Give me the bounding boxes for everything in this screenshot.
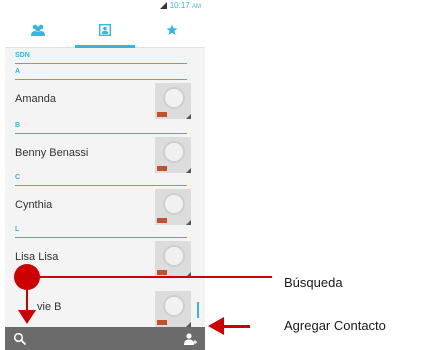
contact-name: vie B — [37, 301, 62, 313]
section-header: L — [15, 224, 187, 238]
section-header: B — [15, 120, 187, 134]
search-icon[interactable] — [13, 332, 27, 346]
signal-icon — [160, 2, 167, 9]
annotation-arrow-left-shaft — [222, 325, 250, 328]
tab-bar — [5, 12, 205, 48]
section-header: A — [15, 66, 187, 80]
list-item[interactable]: Cynthia — [15, 186, 195, 228]
annotation-pointer-line — [36, 276, 272, 278]
contact-name: Cynthia — [15, 199, 53, 211]
scroll-indicator[interactable] — [197, 302, 199, 318]
status-time: 10:17 AM — [169, 1, 201, 10]
star-icon — [166, 24, 178, 35]
annotation-arrow-down — [18, 310, 36, 324]
tab-favorites[interactable] — [139, 12, 205, 48]
status-bar: 10:17 AM — [5, 0, 205, 12]
list-item[interactable]: vie B — [15, 288, 195, 330]
bottom-action-bar — [5, 327, 205, 350]
avatar[interactable] — [155, 291, 191, 327]
phone-screen: 10:17 AM SDN A Amanda B Benny Benassi C … — [5, 0, 205, 350]
avatar[interactable] — [155, 137, 191, 173]
contact-name: Amanda — [15, 93, 56, 105]
list-item[interactable]: Benny Benassi — [15, 134, 195, 176]
group-icon — [31, 24, 45, 36]
tab-contacts[interactable] — [71, 12, 139, 48]
avatar[interactable] — [155, 241, 191, 277]
add-contact-icon[interactable] — [183, 332, 197, 346]
annotation-arrow-shaft — [26, 286, 28, 312]
list-item[interactable]: Amanda — [15, 80, 195, 122]
section-header: SDN — [15, 50, 187, 64]
callout-search-label: Búsqueda — [284, 275, 343, 290]
contact-name: Lisa Lisa — [15, 251, 59, 263]
tab-groups[interactable] — [5, 12, 71, 48]
section-header: C — [15, 172, 187, 186]
avatar[interactable] — [155, 83, 191, 119]
contact-name: Benny Benassi — [15, 147, 89, 159]
contact-card-icon — [99, 24, 111, 36]
list-item[interactable]: Lisa Lisa — [15, 238, 195, 280]
callout-add-contact-label: Agregar Contacto — [284, 318, 386, 333]
avatar[interactable] — [155, 189, 191, 225]
